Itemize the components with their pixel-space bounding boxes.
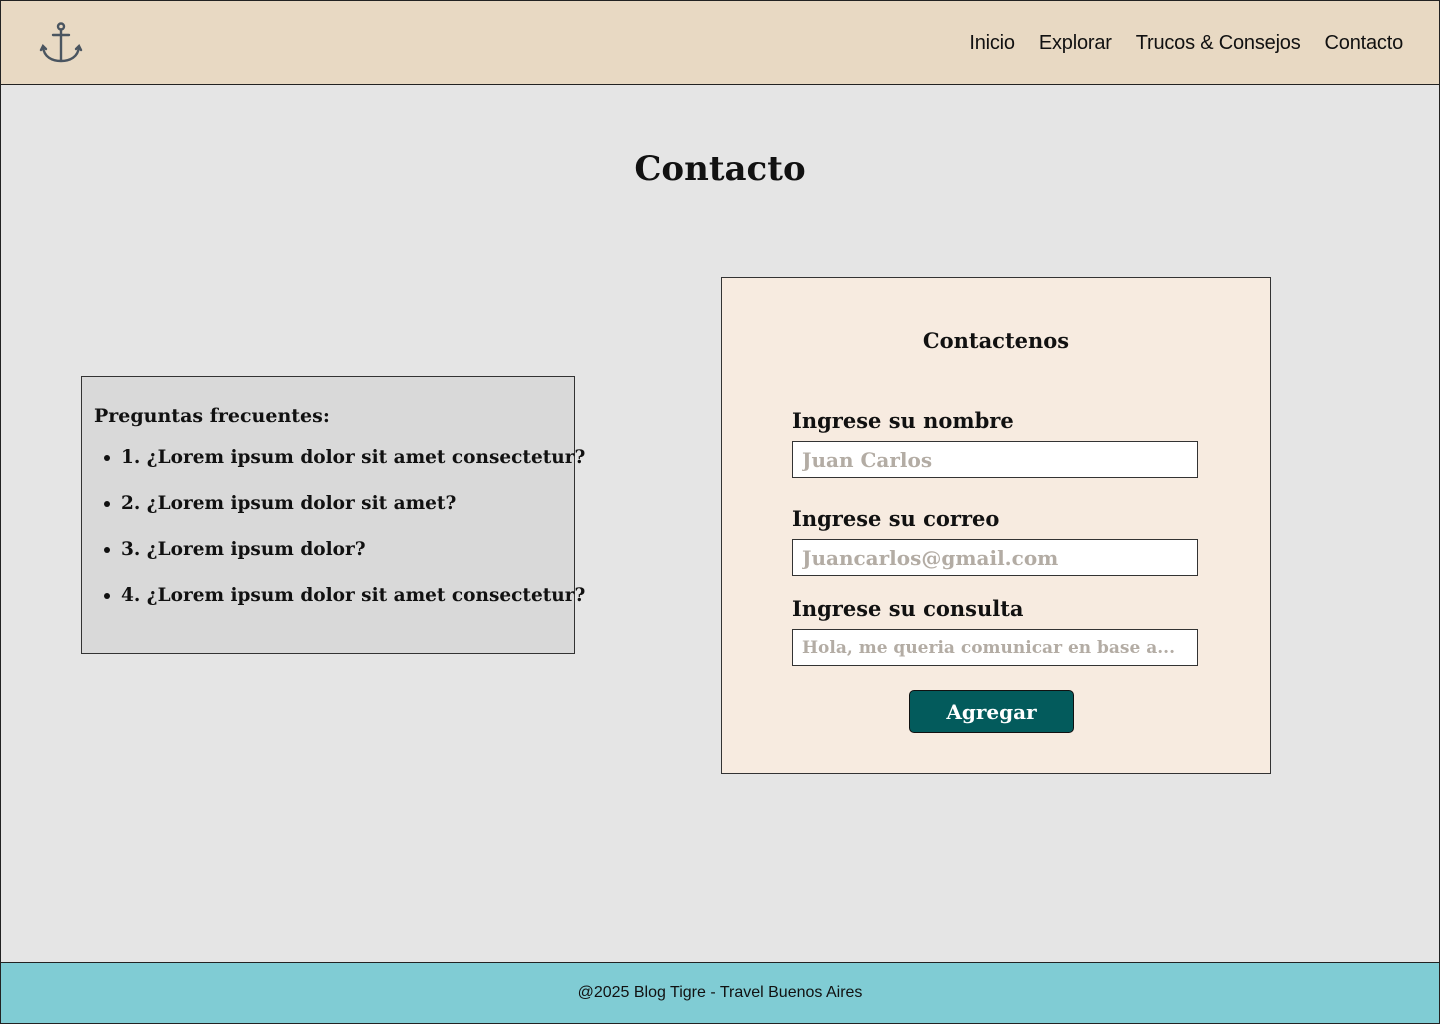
faq-panel: Preguntas frecuentes: 1. ¿Lorem ipsum do…: [81, 376, 585, 654]
query-input[interactable]: [792, 629, 1198, 666]
name-label: Ingrese su nombre: [792, 408, 1014, 433]
faq-item[interactable]: 1. ¿Lorem ipsum dolor sit amet consectet…: [94, 447, 585, 493]
email-input[interactable]: [792, 539, 1198, 576]
faq-item-label: 2. ¿Lorem ipsum dolor sit amet?: [121, 493, 457, 514]
main-nav: Inicio Explorar Trucos & Consejos Contac…: [969, 1, 1403, 85]
name-input[interactable]: [792, 441, 1198, 478]
nav-item-trucos-consejos[interactable]: Trucos & Consejos: [1136, 32, 1301, 55]
page-title: Contacto: [634, 149, 806, 189]
bullet-icon: [104, 501, 110, 507]
nav-item-explorar[interactable]: Explorar: [1039, 32, 1112, 55]
bullet-icon: [104, 455, 110, 461]
bullet-icon: [104, 547, 110, 553]
faq-item-label: 1. ¿Lorem ipsum dolor sit amet consectet…: [121, 447, 586, 468]
query-label: Ingrese su consulta: [792, 596, 1024, 621]
site-footer: @2025 Blog Tigre - Travel Buenos Aires: [1, 962, 1439, 1023]
faq-item[interactable]: 4. ¿Lorem ipsum dolor sit amet consectet…: [94, 585, 585, 631]
email-label: Ingrese su correo: [792, 506, 1000, 531]
site-header: Inicio Explorar Trucos & Consejos Contac…: [1, 1, 1439, 85]
contact-form: Contactenos Ingrese su nombre Ingrese su…: [721, 277, 1271, 774]
submit-button[interactable]: Agregar: [909, 690, 1074, 733]
faq-item[interactable]: 2. ¿Lorem ipsum dolor sit amet?: [94, 493, 562, 539]
anchor-icon[interactable]: [39, 21, 83, 65]
footer-text: @2025 Blog Tigre - Travel Buenos Aires: [577, 984, 863, 1001]
nav-item-contacto[interactable]: Contacto: [1325, 32, 1404, 55]
faq-item-label: 3. ¿Lorem ipsum dolor?: [121, 539, 366, 560]
nav-item-inicio[interactable]: Inicio: [969, 32, 1015, 55]
form-title: Contactenos: [922, 328, 1070, 353]
faq-item-label: 4. ¿Lorem ipsum dolor sit amet consectet…: [121, 585, 586, 606]
faq-item[interactable]: 3. ¿Lorem ipsum dolor?: [94, 539, 562, 585]
faq-title: Preguntas frecuentes:: [94, 405, 330, 427]
faq-list: 1. ¿Lorem ipsum dolor sit amet consectet…: [94, 447, 585, 631]
page: Inicio Explorar Trucos & Consejos Contac…: [0, 0, 1440, 1024]
bullet-icon: [104, 593, 110, 599]
